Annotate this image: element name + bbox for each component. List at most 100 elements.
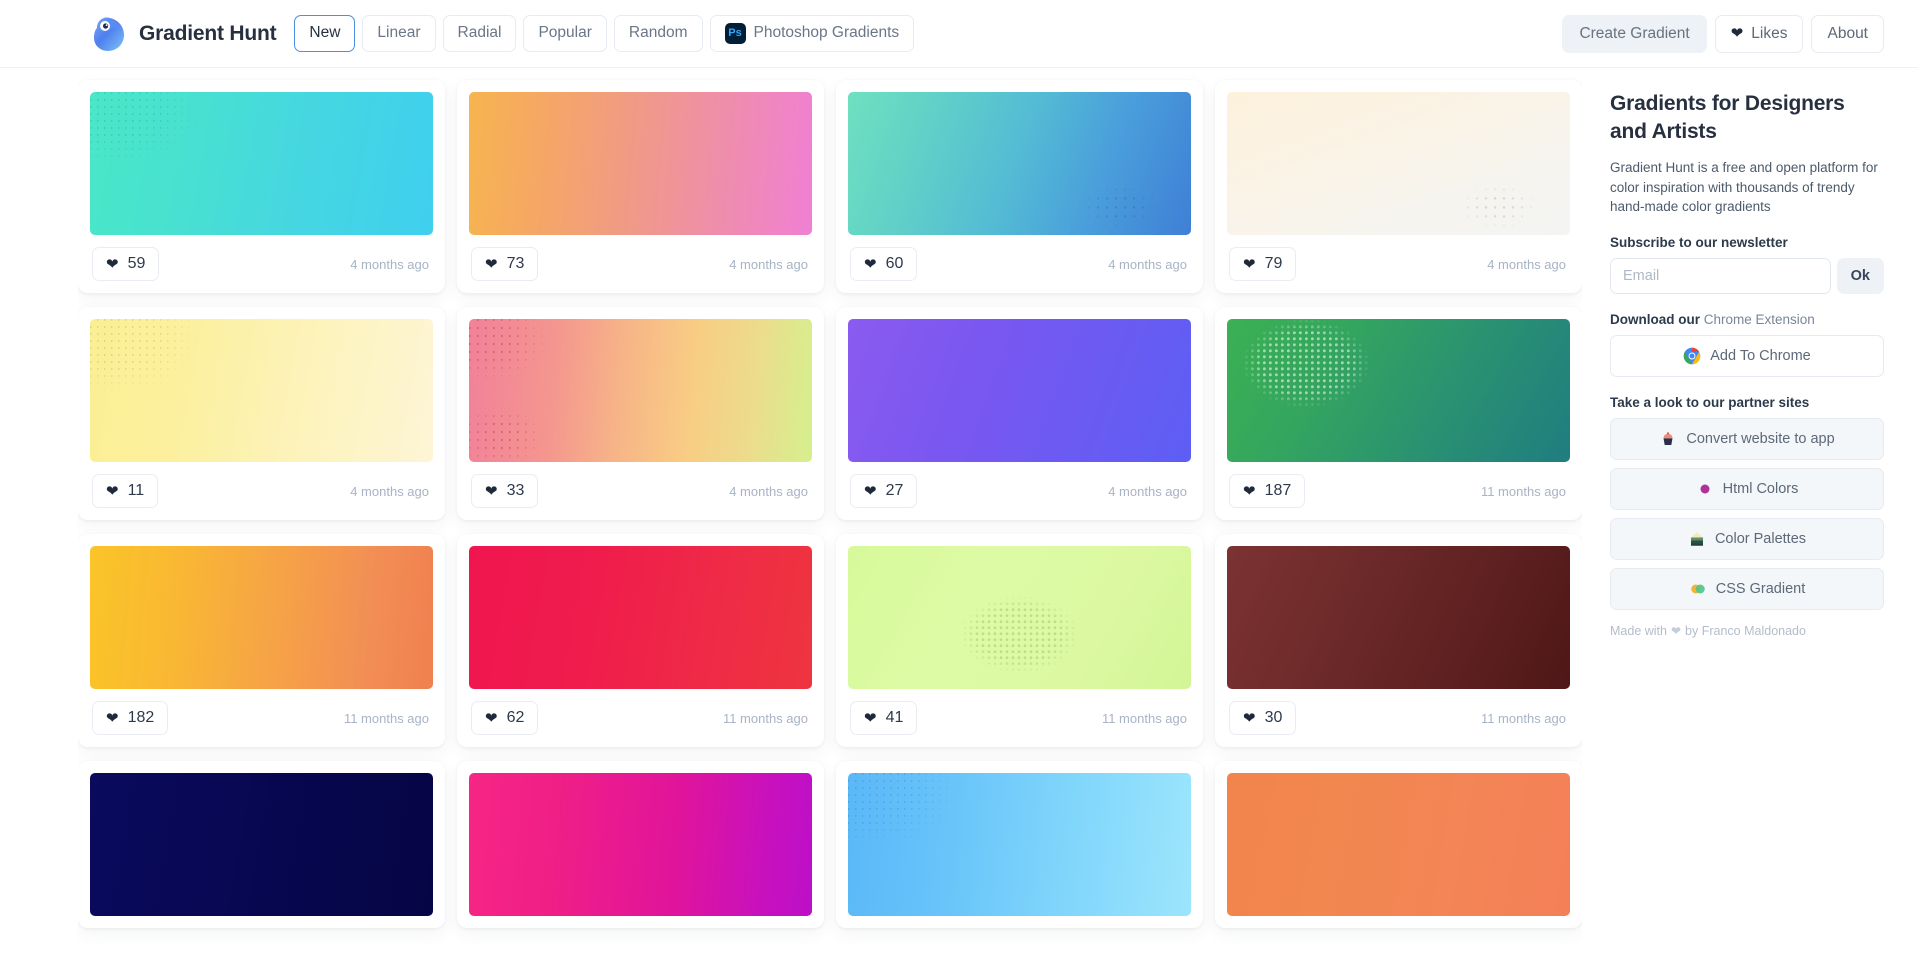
page-title: Gradients for Designers and Artists	[1610, 92, 1845, 144]
brand[interactable]: Gradient Hunt	[88, 14, 277, 54]
gradient-swatch[interactable]	[90, 92, 433, 235]
nav-radial-label: Radial	[457, 24, 502, 42]
heart-icon: ❤	[864, 482, 877, 500]
gradient-swatch[interactable]	[848, 546, 1191, 689]
like-button[interactable]: ❤ 182	[92, 701, 169, 735]
gradient-swatch[interactable]	[1227, 773, 1570, 916]
gradient-card[interactable]: ❤ 73 4 months ago	[457, 80, 824, 293]
like-count: 73	[506, 255, 525, 272]
partner-css-gradient[interactable]: CSS Gradient	[1610, 568, 1884, 611]
nav-linear-label: Linear	[377, 24, 421, 42]
gradient-texture-overlay	[848, 546, 1191, 689]
email-field[interactable]	[1610, 258, 1831, 295]
gradient-swatch[interactable]	[848, 92, 1191, 235]
gradient-swatch[interactable]	[848, 319, 1191, 462]
time-ago-label: 4 months ago	[350, 483, 429, 499]
time-ago-label: 11 months ago	[722, 710, 808, 726]
gradient-texture-overlay	[469, 319, 812, 462]
gradient-card-footer: ❤ 33 4 months ago	[469, 474, 812, 508]
gradient-card-footer: ❤ 79 4 months ago	[1227, 247, 1570, 281]
gradient-card[interactable]: ❤ 41 11 months ago	[836, 534, 1203, 747]
gradient-card[interactable]: ❤ 27 4 months ago	[836, 307, 1203, 520]
gradient-swatch[interactable]	[1227, 319, 1570, 462]
gradient-texture-overlay	[90, 319, 433, 462]
like-button[interactable]: ❤ 33	[471, 474, 539, 508]
gradient-card[interactable]: ❤ 182 11 months ago	[78, 534, 445, 747]
create-gradient-button[interactable]: Create Gradient	[1562, 14, 1707, 53]
gradient-card[interactable]: ❤ 11 4 months ago	[78, 307, 445, 520]
newsletter-form: Ok	[1610, 258, 1884, 295]
gradient-card[interactable]: ❤ 33 4 months ago	[457, 307, 824, 520]
gradient-swatch[interactable]	[1227, 92, 1570, 235]
heart-icon: ❤	[1243, 709, 1256, 727]
gradient-card[interactable]	[1215, 761, 1582, 928]
gradient-card[interactable]	[836, 761, 1203, 928]
time-ago-label: 4 months ago	[729, 483, 808, 499]
heart-icon: ❤	[485, 709, 498, 727]
like-count: 11	[127, 482, 145, 499]
gradient-swatch[interactable]	[469, 319, 812, 462]
heart-icon: ❤	[106, 482, 119, 500]
gradient-swatch[interactable]	[469, 546, 812, 689]
nav-random-label: Random	[628, 24, 688, 42]
chrome-extension-link[interactable]: Chrome Extension	[1704, 312, 1815, 327]
heart-icon: ❤	[1243, 482, 1256, 500]
heart-icon: ❤	[1670, 624, 1682, 639]
about-button[interactable]: About	[1811, 14, 1884, 53]
partner-html-colors[interactable]: Html Colors	[1610, 468, 1884, 511]
nav-photoshop-label: Photoshop Gradients	[753, 24, 900, 42]
nav-photoshop-gradients[interactable]: Ps Photoshop Gradients	[709, 15, 915, 52]
made-with-prefix: Made with	[1610, 624, 1667, 639]
like-button[interactable]: ❤ 73	[471, 247, 539, 281]
like-count: 187	[1264, 482, 1292, 499]
gradient-card[interactable]	[457, 761, 824, 928]
chrome-icon	[1683, 347, 1701, 365]
gradient-swatch[interactable]	[469, 773, 812, 916]
nav-radial[interactable]: Radial	[442, 15, 517, 52]
gradient-swatch[interactable]	[90, 319, 433, 462]
like-button[interactable]: ❤ 30	[1229, 701, 1297, 735]
nav-new[interactable]: New	[294, 15, 356, 52]
newsletter-submit-button[interactable]: Ok	[1836, 258, 1884, 295]
likes-button[interactable]: ❤ Likes	[1714, 14, 1804, 53]
gradient-swatch[interactable]	[848, 773, 1191, 916]
like-count: 79	[1264, 255, 1283, 272]
like-button[interactable]: ❤ 79	[1229, 247, 1297, 281]
nav-popular[interactable]: Popular	[523, 15, 607, 52]
gradient-texture-overlay	[1227, 319, 1570, 462]
palette-house-icon	[1688, 530, 1706, 548]
gradient-texture-overlay	[90, 92, 433, 235]
gradient-card[interactable]: ❤ 187 11 months ago	[1215, 307, 1582, 520]
gradient-card[interactable]: ❤ 79 4 months ago	[1215, 80, 1582, 293]
add-to-chrome-button[interactable]: Add To Chrome	[1610, 335, 1884, 378]
nav-random[interactable]: Random	[613, 15, 703, 52]
partner-convert-website-to-app[interactable]: Convert website to app	[1610, 418, 1884, 461]
gradient-card[interactable]: ❤ 62 11 months ago	[457, 534, 824, 747]
nav-linear[interactable]: Linear	[362, 15, 436, 52]
like-button[interactable]: ❤ 187	[1229, 474, 1306, 508]
time-ago-label: 4 months ago	[350, 256, 429, 272]
like-button[interactable]: ❤ 62	[471, 701, 539, 735]
heart-icon: ❤	[1730, 25, 1744, 42]
like-button[interactable]: ❤ 60	[850, 247, 918, 281]
gradient-card[interactable]: ❤ 60 4 months ago	[836, 80, 1203, 293]
gradient-card[interactable]: ❤ 59 4 months ago	[78, 80, 445, 293]
gradient-swatch[interactable]	[90, 773, 433, 916]
nav-popular-label: Popular	[538, 24, 592, 42]
partner-color-palettes[interactable]: Color Palettes	[1610, 518, 1884, 561]
like-count: 182	[127, 709, 155, 726]
like-button[interactable]: ❤ 27	[850, 474, 918, 508]
time-ago-label: 4 months ago	[1108, 256, 1187, 272]
like-button[interactable]: ❤ 59	[92, 247, 160, 281]
gradient-swatch[interactable]	[469, 92, 812, 235]
gradient-swatch[interactable]	[1227, 546, 1570, 689]
like-count: 27	[885, 482, 904, 499]
gradient-swatch[interactable]	[90, 546, 433, 689]
gradient-card[interactable]	[78, 761, 445, 928]
sidebar-description: Gradient Hunt is a free and open platfor…	[1610, 159, 1878, 215]
like-button[interactable]: ❤ 11	[92, 474, 159, 508]
like-count: 60	[885, 255, 904, 272]
like-button[interactable]: ❤ 41	[850, 701, 918, 735]
header-actions: Create Gradient ❤ Likes About	[1562, 14, 1884, 53]
gradient-card[interactable]: ❤ 30 11 months ago	[1215, 534, 1582, 747]
